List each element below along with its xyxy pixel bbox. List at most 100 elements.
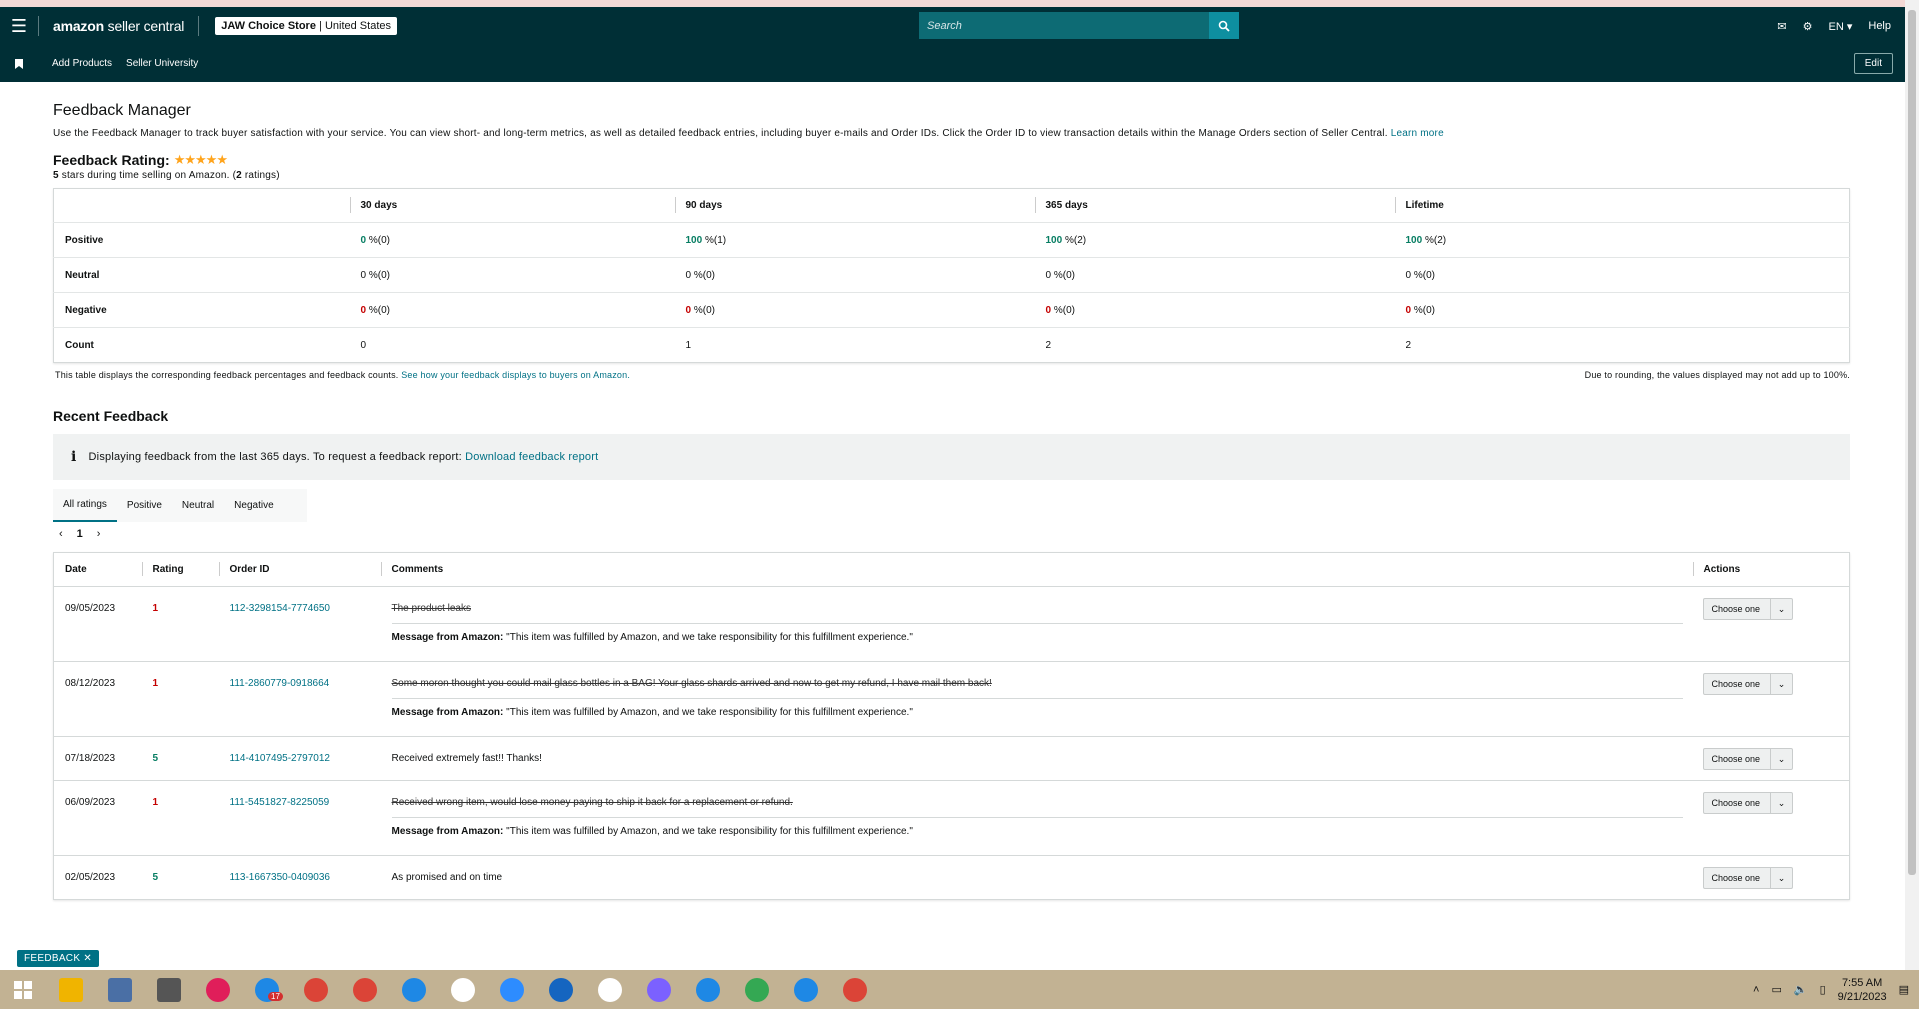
tray-network-icon[interactable]: ▭ xyxy=(1771,983,1781,996)
scrollbar-thumb[interactable] xyxy=(1908,10,1916,875)
feedback-rating-text: 5 xyxy=(152,753,159,764)
feedback-date-text: 02/05/2023 xyxy=(65,872,116,883)
nav-add-products[interactable]: Add Products xyxy=(52,58,112,69)
metrics-col-header: Lifetime xyxy=(1394,189,1850,223)
taskbar-app-icon[interactable] xyxy=(781,970,830,1009)
app-icon-shape xyxy=(597,977,622,1002)
choose-action-label: Choose one xyxy=(1711,754,1761,764)
windows-start-icon[interactable] xyxy=(0,980,46,999)
order-id-link-text[interactable]: 113-1667350-0409036 xyxy=(230,872,330,883)
metrics-suffix: 1 xyxy=(685,339,692,351)
tab-neutral[interactable]: Neutral xyxy=(172,489,224,522)
wifi-icon[interactable]: ▯ xyxy=(1820,983,1826,996)
choose-action-dropdown[interactable]: Choose one ⌄ xyxy=(1702,598,1794,620)
volume-icon[interactable]: 🔈 xyxy=(1794,983,1808,996)
choose-action-dropdown[interactable]: Choose one ⌄ xyxy=(1702,867,1794,889)
metrics-suffix: 0 xyxy=(360,339,367,351)
tab-all-ratings[interactable]: All ratings xyxy=(53,489,117,522)
language-selector[interactable]: EN ▾ xyxy=(1829,20,1853,33)
feedback-date-text: 09/05/2023 xyxy=(65,603,116,614)
metrics-suffix: %(2) xyxy=(1422,234,1447,246)
order-id-link[interactable]: 112-3298154-7774650 xyxy=(218,586,381,662)
tab-positive[interactable]: Positive xyxy=(117,489,172,522)
taskbar-app-icon[interactable] xyxy=(830,970,879,1009)
order-id-link-text[interactable]: 114-4107495-2797012 xyxy=(230,753,330,764)
taskbar-app-icon[interactable] xyxy=(144,970,193,1009)
app-icon-shape xyxy=(695,977,720,1002)
taskbar-app-icon[interactable] xyxy=(438,970,487,1009)
scrollbar[interactable] xyxy=(1905,0,1919,970)
feedback-comment: The product leaks xyxy=(391,603,472,614)
learn-more-link[interactable]: Learn more xyxy=(1391,128,1444,139)
order-id-link[interactable]: 111-2860779-0918664 xyxy=(218,661,381,737)
taskbar-app-icon[interactable] xyxy=(389,970,438,1009)
app-icon-shape xyxy=(744,977,769,1002)
edit-button[interactable]: Edit xyxy=(1853,53,1893,74)
buyer-display-link[interactable]: See how your feedback displays to buyers… xyxy=(401,370,630,380)
metrics-cell: 100 %(2) xyxy=(1394,222,1850,258)
feedback-date: 08/12/2023 xyxy=(53,661,142,737)
feedback-actions-cell: Choose one ⌄ xyxy=(1692,780,1850,856)
metrics-cell: 1 xyxy=(674,327,1035,363)
order-id-link[interactable]: 113-1667350-0409036 xyxy=(218,855,381,900)
mail-icon[interactable]: ✉ xyxy=(1777,20,1786,33)
search-button[interactable] xyxy=(1209,12,1239,39)
header-divider xyxy=(38,16,39,36)
order-id-link[interactable]: 114-4107495-2797012 xyxy=(218,736,381,781)
store-selector[interactable]: JAW Choice Store | United States xyxy=(215,17,397,35)
choose-action-dropdown[interactable]: Choose one ⌄ xyxy=(1702,792,1794,814)
metrics-suffix: 2 xyxy=(1405,339,1412,351)
download-report-link[interactable]: Download feedback report xyxy=(465,451,598,463)
taskbar-app-icon[interactable] xyxy=(291,970,340,1009)
taskbar-app-icon[interactable] xyxy=(585,970,634,1009)
current-page[interactable]: 1 xyxy=(77,528,83,540)
feedback-date-text: 06/09/2023 xyxy=(65,797,116,808)
system-tray: ˄ ▭ 🔈 ▯ 7:55 AM 9/21/2023 ▤ xyxy=(1753,970,1909,1009)
taskbar-app-icon[interactable] xyxy=(683,970,732,1009)
metrics-value: 100 xyxy=(685,234,703,246)
nav-seller-university[interactable]: Seller University xyxy=(126,58,198,69)
notification-icon[interactable]: ▤ xyxy=(1899,983,1909,996)
taskbar-app-icon[interactable] xyxy=(340,970,389,1009)
order-id-link-text[interactable]: 111-2860779-0918664 xyxy=(230,678,330,689)
metrics-note: This table displays the corresponding fe… xyxy=(55,370,630,380)
metrics-corner xyxy=(54,189,350,223)
metrics-suffix: %(0) xyxy=(366,269,390,281)
metrics-suffix: %(0) xyxy=(691,304,715,316)
chevron-down-icon: ⌄ xyxy=(1770,674,1792,694)
taskbar-app-icon[interactable] xyxy=(46,970,95,1009)
clock[interactable]: 7:55 AM 9/21/2023 xyxy=(1838,976,1887,1004)
order-id-link-text[interactable]: 112-3298154-7774650 xyxy=(230,603,330,614)
prev-page-icon[interactable]: ‹ xyxy=(59,528,63,540)
taskbar-app-icon[interactable] xyxy=(732,970,781,1009)
tray-chevron-icon[interactable]: ˄ xyxy=(1753,984,1759,996)
taskbar-app-icon[interactable] xyxy=(536,970,585,1009)
metrics-row: Positive 0 %(0) 100 %(1) 100 %(2) 100 %(2) xyxy=(53,222,1850,258)
menu-icon[interactable]: ☰ xyxy=(0,7,38,45)
seller-central-logo[interactable]: amazon seller central xyxy=(53,18,184,34)
search-input[interactable] xyxy=(919,12,1209,39)
tab-negative[interactable]: Negative xyxy=(224,489,283,522)
order-id-link-text[interactable]: 111-5451827-8225059 xyxy=(230,797,330,808)
feedback-rating: 1 xyxy=(141,661,219,737)
metrics-cell: 2 xyxy=(1394,327,1850,363)
feedback-tag[interactable]: FEEDBACK ✕ xyxy=(17,950,100,967)
taskbar-app-icon[interactable]: 17 xyxy=(242,970,291,1009)
gear-icon[interactable]: ⚙ xyxy=(1803,20,1813,33)
rating-title: Feedback Rating: xyxy=(53,152,170,168)
choose-action-dropdown[interactable]: Choose one ⌄ xyxy=(1702,673,1794,695)
bookmark-icon[interactable] xyxy=(0,58,38,69)
taskbar-app-icon[interactable] xyxy=(193,970,242,1009)
next-page-icon[interactable]: › xyxy=(97,528,101,540)
taskbar-app-icon[interactable] xyxy=(634,970,683,1009)
choose-action-dropdown[interactable]: Choose one ⌄ xyxy=(1702,748,1794,770)
taskbar-app-icon[interactable] xyxy=(95,970,144,1009)
taskbar-app-icon[interactable] xyxy=(487,970,536,1009)
help-link[interactable]: Help xyxy=(1868,20,1891,32)
app-icon-shape xyxy=(450,977,475,1002)
order-id-link[interactable]: 111-5451827-8225059 xyxy=(218,780,381,856)
metrics-cell: 0 %(0) xyxy=(674,292,1035,328)
col-rating: Rating xyxy=(141,553,219,587)
feedback-rating-text: 1 xyxy=(152,797,159,808)
amazon-message-label: Message from Amazon: xyxy=(391,707,504,718)
